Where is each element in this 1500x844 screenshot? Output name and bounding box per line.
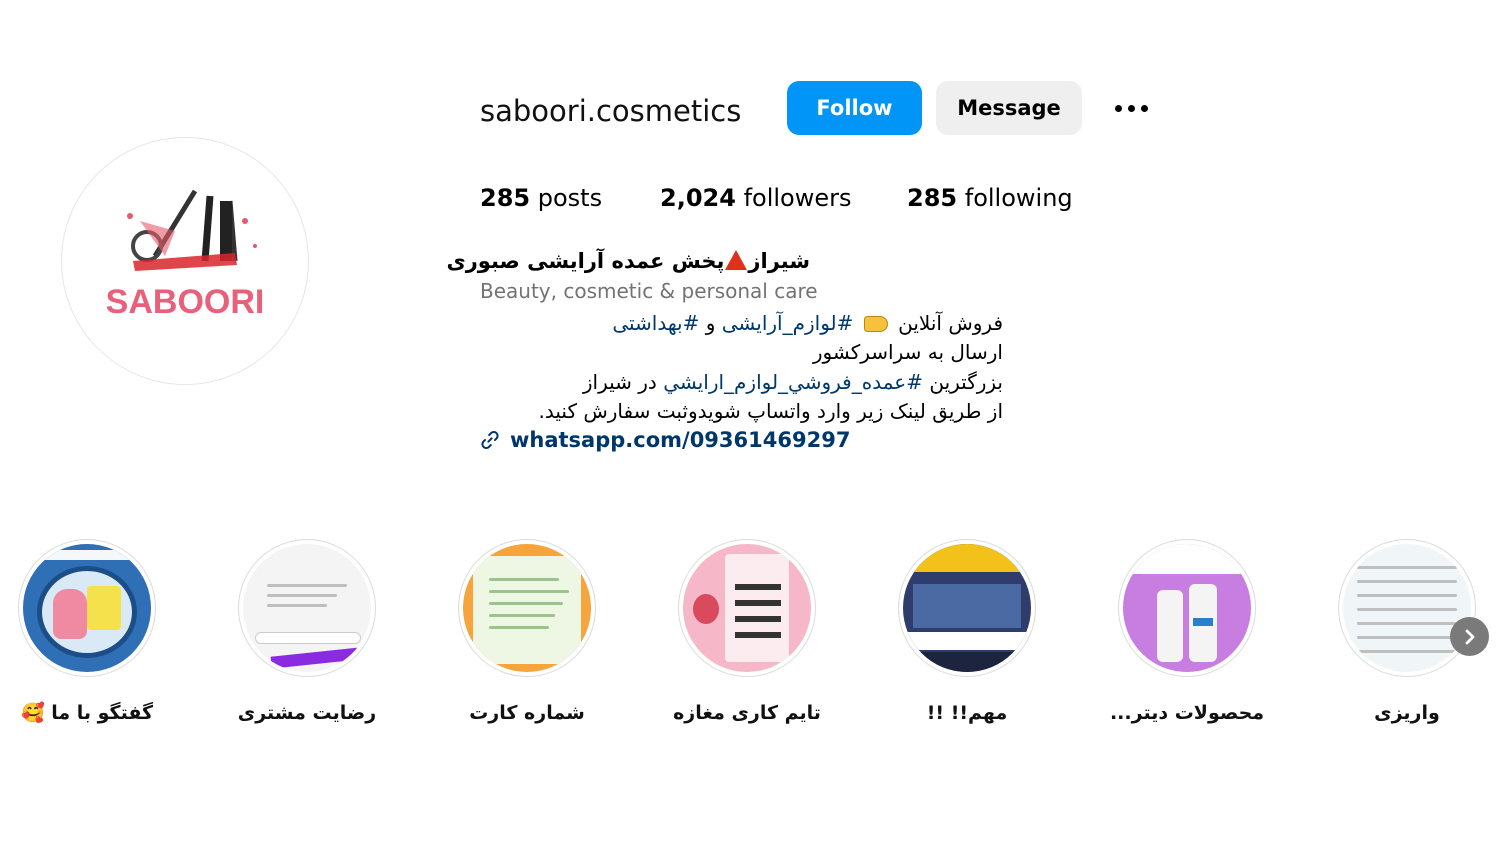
following-count: 285	[907, 184, 958, 212]
link-icon	[481, 431, 499, 449]
dot-icon	[1114, 104, 1122, 112]
dot-icon	[1127, 104, 1135, 112]
posts-label: posts	[537, 184, 603, 212]
highlight-cover-store	[903, 544, 1031, 672]
highlight-label: رضایت مشتری	[237, 702, 377, 724]
bio-line-1: فروش آنلاین #لوازم_آرایشی و #بهداشتی	[612, 308, 1003, 338]
highlight-label: مهم!! !!	[926, 702, 1008, 724]
following-label: following	[964, 184, 1073, 212]
red-triangle-icon	[725, 250, 748, 270]
highlight-ring	[18, 539, 156, 677]
highlight-label: گفتگو با ما 🥰	[20, 702, 154, 724]
highlight-ring	[1118, 539, 1256, 677]
story-highlight[interactable]: مهم!! !!	[898, 539, 1042, 724]
highlight-ring	[898, 539, 1036, 677]
bio-name-business: پخش عمده آرایشی صبوری	[446, 249, 725, 273]
followers-count: 2,024	[660, 184, 736, 212]
bio-line-2: ارسال به سراسرکشور	[812, 340, 1003, 364]
highlight-cover-cartoon	[23, 544, 151, 672]
highlight-ring	[678, 539, 816, 677]
profile-avatar[interactable]: SABOORI	[61, 137, 309, 385]
bio-line-3: بزرگترین #عمده_فروشي_لوازم_ارايشي در شیر…	[583, 367, 1003, 397]
bio-line3-end: در شیراز	[582, 370, 657, 394]
highlight-cover-products	[1123, 544, 1251, 672]
bio-name-city: شیراز	[748, 249, 810, 273]
bio-line3-text: بزرگترین	[929, 370, 1003, 394]
highlights-next-button[interactable]	[1450, 617, 1489, 656]
hashtag-link[interactable]: #بهداشتی	[612, 311, 699, 335]
highlight-cover-hours	[683, 544, 811, 672]
bio-link[interactable]: whatsapp.com/09361469297	[480, 424, 850, 456]
story-highlight[interactable]: شماره کارت	[458, 539, 602, 724]
whatsapp-link[interactable]: whatsapp.com/09361469297	[510, 424, 850, 456]
followers-label: followers	[743, 184, 852, 212]
story-highlight[interactable]: تایم کاری مغازه	[673, 539, 822, 724]
message-button[interactable]: Message	[936, 81, 1082, 135]
pointing-hand-icon	[863, 316, 888, 332]
following-stat[interactable]: 285 following	[907, 180, 1073, 216]
avatar-brand-text: SABOORI	[106, 283, 265, 321]
highlight-cover-card	[463, 544, 591, 672]
highlight-label: تایم کاری مغازه	[673, 702, 821, 724]
story-highlight[interactable]: محصولات دیتر...	[1110, 539, 1264, 724]
posts-count: 285	[480, 184, 531, 212]
bio-line1-and: و	[705, 311, 716, 335]
highlight-label: واریزی	[1374, 702, 1440, 724]
posts-stat: 285 posts	[480, 180, 602, 216]
bio-display-name: شیراز پخش عمده آرایشی صبوری	[446, 245, 810, 277]
more-options-icon[interactable]	[1108, 92, 1154, 124]
highlight-ring	[238, 539, 376, 677]
hashtag-link[interactable]: #لوازم_آرایشی	[722, 311, 854, 335]
profile-category: Beauty, cosmetic & personal care	[480, 279, 818, 303]
profile-username: saboori.cosmetics	[480, 94, 742, 128]
story-highlight[interactable]: واریزی	[1338, 539, 1482, 724]
highlight-label: محصولات دیتر...	[1109, 702, 1265, 724]
highlight-ring	[458, 539, 596, 677]
story-highlight[interactable]: گفتگو با ما 🥰	[18, 539, 162, 724]
chevron-right-icon	[1465, 629, 1474, 644]
highlight-cover-receipt	[1343, 544, 1471, 672]
highlight-ring	[1338, 539, 1476, 677]
bio-line1-text: فروش آنلاین	[898, 311, 1003, 335]
follow-button[interactable]: Follow	[787, 81, 922, 135]
story-highlight[interactable]: رضایت مشتری	[238, 539, 382, 724]
saboori-logo: SABOORI	[87, 163, 283, 359]
dot-icon	[1140, 104, 1148, 112]
hashtag-link[interactable]: #عمده_فروشي_لوازم_ارايشي	[663, 370, 923, 394]
highlight-label: شماره کارت	[469, 702, 585, 724]
bio-line-4: از طریق لینک زیر وارد واتساپ شویدوثبت سف…	[538, 399, 1003, 423]
followers-stat[interactable]: 2,024 followers	[660, 180, 851, 216]
highlight-cover-chat	[243, 544, 371, 672]
